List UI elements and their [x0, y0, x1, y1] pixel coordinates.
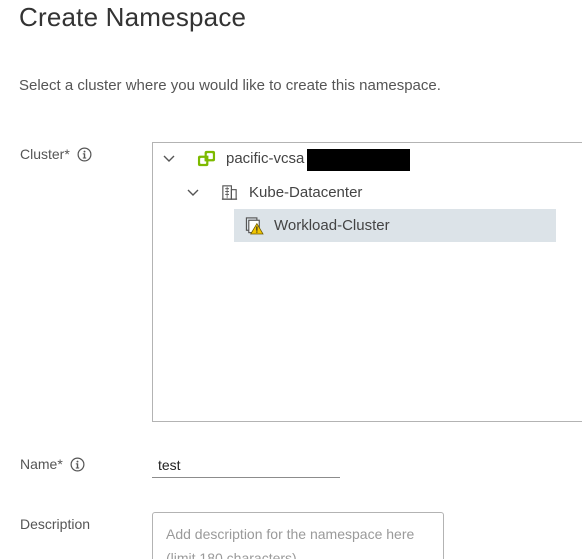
- name-label-group: Name*: [20, 456, 85, 472]
- vcenter-icon: [197, 150, 216, 167]
- description-textarea[interactable]: [152, 512, 444, 559]
- name-input[interactable]: [152, 454, 340, 478]
- cluster-label: Cluster*: [20, 146, 70, 162]
- description-label: Description: [20, 516, 91, 532]
- page-subtitle: Select a cluster where you would like to…: [19, 77, 441, 94]
- chevron-down-icon[interactable]: [163, 155, 175, 163]
- cluster-label-group: Cluster*: [20, 146, 92, 162]
- tree-item-cluster[interactable]: Workload-Cluster: [245, 209, 390, 242]
- page-title: Create Namespace: [19, 2, 247, 32]
- cluster-warning-icon: [245, 217, 264, 235]
- datacenter-icon: [221, 185, 238, 200]
- tree-item-datacenter[interactable]: Kube-Datacenter: [187, 176, 362, 209]
- name-label: Name*: [20, 456, 63, 472]
- redaction-block: [307, 149, 410, 171]
- info-icon[interactable]: [77, 147, 92, 162]
- description-label-group: Description: [20, 516, 90, 532]
- info-icon[interactable]: [70, 457, 85, 472]
- chevron-down-icon[interactable]: [187, 189, 199, 197]
- tree-item-label: Kube-Datacenter: [249, 184, 363, 201]
- tree-item-label: Workload-Cluster: [274, 217, 390, 234]
- create-namespace-dialog: Create Namespace Select a cluster where …: [0, 0, 582, 559]
- tree-item-vcenter[interactable]: pacific-vcsa: [163, 142, 304, 175]
- tree-item-label: pacific-vcsa: [226, 150, 305, 167]
